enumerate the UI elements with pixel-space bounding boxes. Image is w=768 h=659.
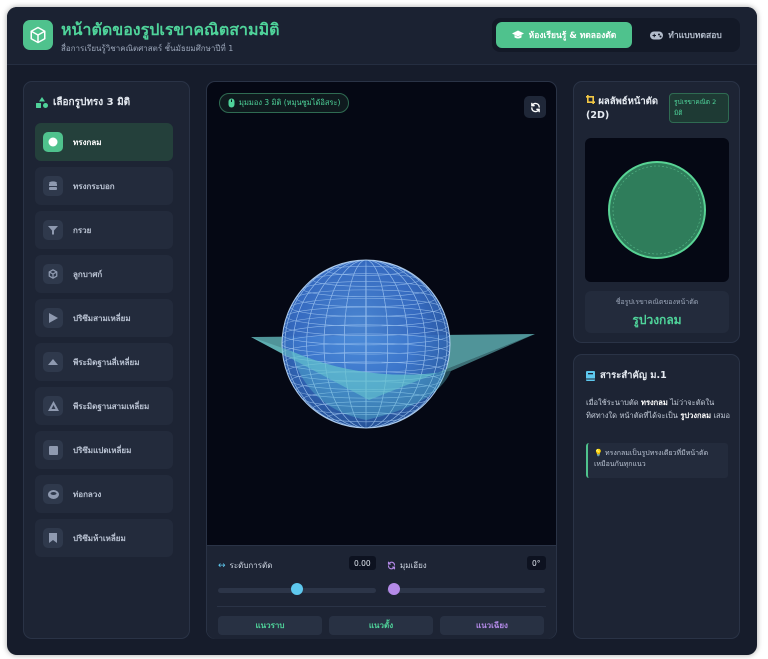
3d-scene-canvas[interactable]	[207, 122, 556, 542]
arrows-horizontal-icon: ↔	[218, 560, 226, 571]
notes-heading: สาระสำคัญ ม.1	[586, 368, 667, 383]
shape-item-triangular-prism[interactable]: ปริซึมสามเหลี่ยม	[35, 299, 173, 337]
result-shape-name: รูปวงกลม	[632, 313, 682, 327]
tilt-value: 0°	[527, 556, 546, 570]
result-type-badge: รูปเรขาคณิต 2 มิติ	[669, 93, 729, 123]
square-pyramid-icon	[43, 352, 63, 372]
tip-box: 💡 ทรงกลมเป็นรูปทรงเดียวที่มีหน้าตัดเหมือ…	[586, 443, 728, 478]
cone-icon	[43, 220, 63, 240]
refresh-icon	[530, 102, 540, 112]
crop-icon	[586, 95, 595, 104]
result-panel: ผลลัพธ์หน้าตัด (2D) รูปเรขาคณิต 2 มิติ ช…	[573, 81, 740, 343]
notes-text: เมื่อใช้ระนาบตัด ทรงกลม ไม่ว่าจะตัดในทิศ…	[586, 398, 731, 420]
shape-label: ปริซึมสามเหลี่ยม	[73, 313, 131, 323]
controls-divider	[217, 606, 546, 607]
pentagonal-prism-icon	[43, 528, 63, 548]
viewer-panel: มุมมอง 3 มิติ (หมุนซูมได้อิสระ) ↔ ระดับก…	[206, 81, 557, 639]
vertical-cut-button[interactable]: แนวตั้ง	[329, 616, 433, 635]
shape-label: ทรงกระบอก	[73, 181, 115, 191]
page-subtitle: สื่อการเรียนรู้วิชาคณิตศาสตร์ ชั้นมัธยมศ…	[61, 44, 234, 53]
mode-switch: ห้องเรียนรู้ & ทดลองตัด ทำแบบทดสอบ	[492, 18, 740, 52]
shape-label: ปริซึมแปดเหลี่ยม	[73, 445, 132, 455]
tilt-slider-track[interactable]	[387, 588, 545, 593]
shape-item-cone[interactable]: กรวย	[35, 211, 173, 249]
cylinder-icon	[43, 176, 63, 196]
result-name-box: ชื่อรูปเรขาคณิตของหน้าตัด รูปวงกลม	[585, 291, 729, 333]
shape-label: ทรงกลม	[73, 137, 102, 147]
reset-view-button[interactable]	[524, 96, 546, 118]
gamepad-icon	[650, 31, 664, 39]
cross-section-canvas	[585, 138, 729, 282]
shape-label: กรวย	[73, 225, 92, 235]
shape-item-pentagonal-prism[interactable]: ปริซึมห้าเหลี่ยม	[35, 519, 173, 557]
octagonal-prism-icon	[43, 440, 63, 460]
shape-item-cylinder[interactable]: ทรงกระบอก	[35, 167, 173, 205]
shape-item-octagonal-prism[interactable]: ปริซึมแปดเหลี่ยม	[35, 431, 173, 469]
shape-selector-panel: เลือกรูปทรง 3 มิติ ทรงกลม ทรงกระบอก กรวย…	[23, 81, 190, 639]
shape-label: ปริซึมห้าเหลี่ยม	[73, 533, 126, 543]
shape-item-square-pyramid[interactable]: พีระมิดฐานสี่เหลี่ยม	[35, 343, 173, 381]
tilt-slider-thumb[interactable]	[388, 583, 400, 595]
triangular-prism-icon	[43, 308, 63, 328]
lightbulb-icon: 💡	[594, 449, 603, 457]
cut-level-slider-thumb[interactable]	[291, 583, 303, 595]
triangular-pyramid-icon	[43, 396, 63, 416]
shape-item-sphere[interactable]: ทรงกลม	[35, 123, 173, 161]
mouse-icon	[228, 98, 235, 108]
result-caption: ชื่อรูปเรขาคณิตของหน้าตัด	[615, 298, 699, 306]
tube-icon	[43, 484, 63, 504]
shapes-icon	[36, 97, 48, 108]
cube-logo-icon	[23, 20, 53, 50]
quiz-mode-button[interactable]: ทำแบบทดสอบ	[636, 22, 736, 48]
learn-mode-label: ห้องเรียนรู้ & ทดลองตัด	[528, 31, 617, 41]
shape-label: ท่อกลวง	[73, 489, 102, 499]
result-title: ผลลัพธ์หน้าตัด (2D)	[586, 95, 659, 121]
shape-selector-heading: เลือกรูปทรง 3 มิติ	[36, 95, 130, 110]
shape-label: พีระมิดฐานสามเหลี่ยม	[73, 401, 150, 411]
shape-label: พีระมิดฐานสี่เหลี่ยม	[73, 357, 140, 367]
sphere-icon	[43, 132, 63, 152]
book-icon	[586, 370, 595, 381]
diagonal-cut-button[interactable]: แนวเฉียง	[440, 616, 544, 635]
shape-list: ทรงกลม ทรงกระบอก กรวย ลูกบาศก์ ปริซึมสาม…	[35, 123, 173, 563]
quiz-mode-label: ทำแบบทดสอบ	[668, 31, 722, 41]
cut-level-label: ↔ ระดับการตัด	[218, 560, 273, 571]
shape-item-cube[interactable]: ลูกบาศก์	[35, 255, 173, 293]
cube-icon	[43, 264, 63, 284]
horizontal-cut-button[interactable]: แนวราบ	[218, 616, 322, 635]
app-header: หน้าตัดของรูปเรขาคณิตสามมิติ สื่อการเรีย…	[7, 7, 757, 65]
rotate-icon	[387, 561, 396, 570]
shape-label: ลูกบาศก์	[73, 269, 103, 279]
learn-mode-button[interactable]: ห้องเรียนรู้ & ทดลองตัด	[496, 22, 632, 48]
cut-controls: ↔ ระดับการตัด 0.00 มุมเอียง 0° แนวราบ แน…	[207, 545, 556, 639]
shape-item-triangular-pyramid[interactable]: พีระมิดฐานสามเหลี่ยม	[35, 387, 173, 425]
graduation-cap-icon	[511, 30, 524, 39]
shape-item-tube[interactable]: ท่อกลวง	[35, 475, 173, 513]
cut-level-value: 0.00	[349, 556, 376, 570]
app-window: หน้าตัดของรูปเรขาคณิตสามมิติ สื่อการเรีย…	[7, 7, 757, 655]
tilt-label: มุมเอียง	[387, 559, 427, 572]
view-mode-badge: มุมมอง 3 มิติ (หมุนซูมได้อิสระ)	[219, 93, 350, 113]
page-title: หน้าตัดของรูปเรขาคณิตสามมิติ	[61, 20, 280, 39]
cross-section-circle	[608, 161, 706, 259]
notes-panel: สาระสำคัญ ม.1 เมื่อใช้ระนาบตัด ทรงกลม ไม…	[573, 354, 740, 639]
